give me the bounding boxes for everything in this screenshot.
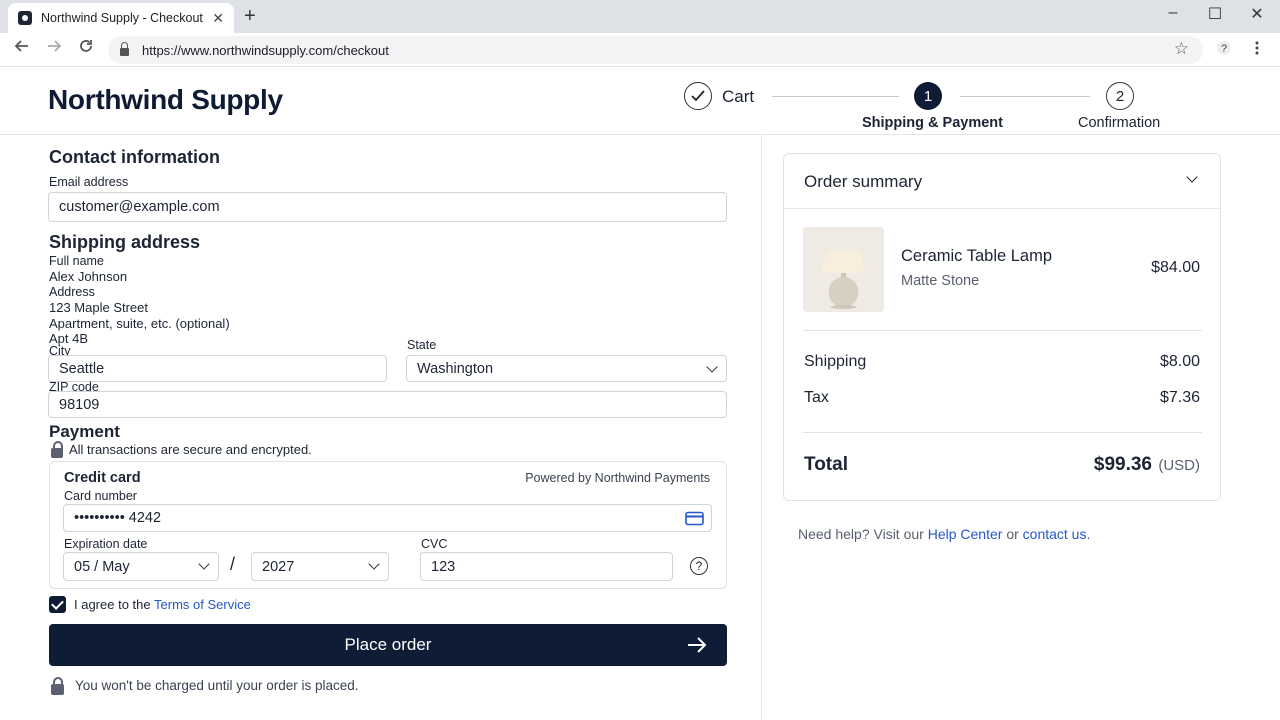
help-icon[interactable]: ?	[1216, 40, 1232, 60]
shipping-value: $8.00	[1159, 353, 1200, 370]
state-select[interactable]: Washington	[406, 355, 727, 382]
chevron-down-icon[interactable]	[1186, 171, 1198, 183]
tax-value: $7.36	[1159, 389, 1200, 406]
terms-text: I agree to the Terms of Service	[74, 597, 251, 612]
lock-icon	[120, 42, 129, 56]
apartment-label: Apartment, suite, etc. (optional)	[49, 316, 230, 331]
order-summary-header[interactable]: Order summary	[784, 154, 1220, 209]
tab-close-icon[interactable]: ✕	[212, 10, 224, 27]
favicon-icon	[18, 11, 32, 25]
forward-icon[interactable]	[42, 38, 66, 59]
zip-field[interactable]: 98109	[48, 391, 727, 418]
url-text: https://www.northwindsupply.com/checkout	[142, 42, 389, 58]
place-order-button[interactable]: Place order	[49, 624, 727, 666]
email-label: Email address	[49, 175, 129, 189]
exp-month-select[interactable]: 05 / May	[63, 552, 219, 581]
order-summary-heading: Order summary	[804, 172, 923, 191]
exp-year-select[interactable]: 2027	[251, 552, 389, 581]
arrow-right-icon	[687, 636, 707, 654]
item-variant: Matte Stone	[901, 273, 980, 289]
cvc-help-icon[interactable]: ?	[690, 557, 708, 575]
terms-checkbox[interactable]	[49, 596, 66, 613]
page-header: Northwind Supply Cart 1 Shipping & Payme…	[0, 67, 1280, 135]
divider	[803, 330, 1202, 331]
charge-note: You won't be charged until your order is…	[75, 678, 359, 693]
help-or: or	[1006, 526, 1019, 542]
email-field[interactable]: customer@example.com	[48, 192, 727, 222]
chevron-down-icon	[368, 558, 380, 570]
back-icon[interactable]	[10, 38, 34, 59]
help-text: Need help? Visit our Help Center or cont…	[798, 526, 1090, 542]
item-name: Ceramic Table Lamp	[901, 247, 1053, 265]
new-tab-icon[interactable]: +	[244, 5, 256, 28]
contact-us-link[interactable]: contact us.	[1023, 526, 1091, 542]
chevron-down-icon	[198, 558, 210, 570]
step-confirmation-label: Confirmation	[1078, 115, 1161, 131]
checkout-stepper: Cart 1 Shipping & Payment 2 Confirmation	[0, 67, 1280, 135]
contact-heading: Contact information	[49, 147, 220, 167]
chevron-down-icon	[706, 361, 718, 373]
terms-of-service-link[interactable]: Terms of Service	[154, 597, 251, 612]
browser-tab-bar: Northwind Supply - Checkout ✕ + – ☐ ✕	[0, 0, 1280, 33]
powered-by: Powered by Northwind Payments	[525, 471, 710, 485]
address-label: Address	[49, 285, 95, 299]
exp-year-value: 2027	[262, 558, 295, 575]
full-name-label: Full name	[49, 254, 104, 268]
step-current-number: 1	[914, 82, 942, 110]
card-number-value: •••••••••• 4242	[74, 510, 162, 526]
cvc-field[interactable]: 123	[420, 552, 673, 581]
browser-toolbar: https://www.northwindsupply.com/checkout…	[0, 33, 1280, 67]
credit-card-title: Credit card	[64, 470, 141, 486]
total-value: $99.36	[1093, 454, 1152, 475]
secure-note: All transactions are secure and encrypte…	[69, 442, 312, 457]
product-image	[803, 227, 884, 312]
tax-label: Tax	[804, 389, 829, 406]
step-cart-check-icon	[684, 82, 712, 110]
card-number-label: Card number	[64, 489, 137, 503]
tab-title: Northwind Supply - Checkout	[41, 11, 203, 25]
menu-icon[interactable]	[1252, 40, 1262, 60]
cvc-label: CVC	[421, 537, 448, 551]
credit-card-panel: Credit card Powered by Northwind Payment…	[49, 461, 727, 589]
state-select-value: Washington	[417, 360, 494, 377]
step-connector	[772, 96, 899, 97]
address-bar[interactable]: https://www.northwindsupply.com/checkout…	[108, 36, 1203, 64]
exp-separator: /	[230, 554, 236, 574]
step-cart-label[interactable]: Cart	[722, 87, 754, 107]
currency: (USD)	[1158, 457, 1200, 474]
shipping-label: Shipping	[804, 353, 867, 370]
exp-month-value: 05 / May	[74, 558, 130, 575]
help-center-link[interactable]: Help Center	[928, 526, 1003, 542]
maximize-icon[interactable]: ☐	[1200, 4, 1230, 24]
bookmark-star-icon[interactable]: ☆	[1174, 39, 1189, 59]
browser-tab[interactable]: Northwind Supply - Checkout ✕	[8, 3, 234, 33]
minimize-icon[interactable]: –	[1158, 4, 1188, 22]
total-label: Total	[804, 454, 848, 475]
state-label: State	[407, 338, 437, 352]
order-summary-card: Order summary Ceramic Table Lamp Matte S…	[783, 153, 1221, 501]
step-connector	[960, 96, 1090, 97]
full-name-field[interactable]: Alex Johnson	[49, 269, 127, 284]
help-prefix: Need help? Visit our	[798, 526, 924, 542]
terms-prefix: I agree to the	[74, 597, 151, 612]
expiration-label: Expiration date	[64, 537, 148, 551]
reload-icon[interactable]	[74, 38, 98, 59]
column-divider	[761, 135, 762, 720]
item-price: $84.00	[1151, 259, 1200, 276]
city-field[interactable]: Seattle	[48, 355, 387, 382]
lock-icon	[51, 441, 63, 458]
credit-card-icon	[685, 511, 704, 530]
svg-text:?: ?	[1221, 43, 1227, 55]
step-upcoming-number: 2	[1106, 82, 1134, 110]
lock-icon	[51, 677, 64, 695]
address-field[interactable]: 123 Maple Street	[49, 300, 148, 315]
shipping-heading: Shipping address	[49, 232, 201, 252]
window-close-icon[interactable]: ✕	[1242, 4, 1272, 24]
step-shipping-payment-label: Shipping & Payment	[862, 115, 1003, 131]
divider	[803, 432, 1202, 433]
card-number-field[interactable]: •••••••••• 4242	[63, 504, 712, 532]
payment-heading: Payment	[49, 422, 120, 441]
place-order-label: Place order	[344, 635, 432, 654]
